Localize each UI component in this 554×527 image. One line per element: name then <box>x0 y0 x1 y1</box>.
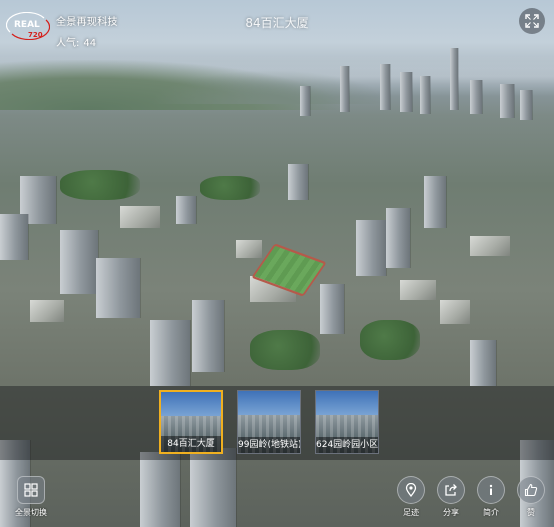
building <box>150 320 190 386</box>
footprint-button[interactable]: 足迹 <box>396 476 426 518</box>
building <box>288 164 308 200</box>
popularity-label: 人气: <box>56 38 80 49</box>
fullscreen-icon <box>525 14 539 28</box>
park-area <box>60 170 140 200</box>
scene-thumbnail-label: 99园岭(地铁站) <box>238 437 300 453</box>
popularity-count: 44 <box>83 38 97 49</box>
scene-thumbnail-label: 624园岭园小区 <box>316 437 378 453</box>
thumbnail-sky <box>161 392 221 418</box>
share-button[interactable]: 分享 <box>436 476 466 518</box>
building <box>470 340 496 386</box>
share-label: 分享 <box>443 508 459 517</box>
fullscreen-button[interactable] <box>519 8 545 34</box>
location-pin-icon <box>405 483 417 497</box>
skyline-tower <box>300 86 310 116</box>
scene-thumbnail[interactable]: 99园岭(地铁站) <box>237 390 301 454</box>
scene-switch-label: 全景切换 <box>15 508 47 517</box>
building <box>356 220 386 276</box>
footprint-label: 足迹 <box>403 508 419 517</box>
scene-thumbnail[interactable]: 624园岭园小区 <box>315 390 379 454</box>
building <box>320 284 344 334</box>
skyline-tower <box>470 80 482 114</box>
scene-thumbnail[interactable]: 84百汇大厦 <box>159 390 223 454</box>
thumbs-up-icon <box>524 483 538 497</box>
building <box>96 258 140 318</box>
park-area <box>250 330 320 370</box>
like-button[interactable]: 赞 <box>516 476 546 518</box>
building-block <box>30 300 64 322</box>
skyline-tower <box>420 76 430 114</box>
intro-label: 简介 <box>483 508 499 517</box>
park-area <box>200 176 260 200</box>
share-icon-wrap <box>437 476 465 504</box>
thumbnail-sky <box>316 391 378 417</box>
scene-thumbnail-label: 84百汇大厦 <box>161 436 221 452</box>
like-label: 赞 <box>527 508 535 517</box>
building-block <box>440 300 470 324</box>
footprint-icon-wrap <box>397 476 425 504</box>
scene-switch-button[interactable]: 全景切换 <box>14 476 48 518</box>
building-block <box>236 240 262 258</box>
building <box>0 214 28 260</box>
skyline-tower <box>400 72 412 112</box>
intro-icon-wrap <box>477 476 505 504</box>
building-block <box>400 280 436 300</box>
park-area <box>360 320 420 360</box>
skyline-tower <box>340 66 349 112</box>
building <box>176 196 196 224</box>
building-block <box>120 206 160 228</box>
scene-thumbnail-strip: 84百汇大厦 99园岭(地铁站) 624园岭园小区 <box>0 386 554 460</box>
info-icon <box>489 484 493 495</box>
grid-icon <box>24 483 38 497</box>
building <box>424 176 446 228</box>
popularity: 人气: 44 <box>56 34 96 49</box>
scene-title: 84百汇大厦 <box>245 16 309 30</box>
skyline-tower <box>520 90 532 120</box>
skyline-tower <box>500 84 514 118</box>
logo-text-bottom: 720 <box>28 31 43 39</box>
share-icon <box>445 484 457 496</box>
thumbnail-sky <box>238 391 300 417</box>
building <box>60 230 98 294</box>
like-icon-wrap <box>517 476 545 504</box>
skyline-tower <box>450 48 458 110</box>
building <box>140 452 180 527</box>
building-block <box>470 236 510 256</box>
intro-button[interactable]: 简介 <box>476 476 506 518</box>
building <box>192 300 224 372</box>
scene-switch-icon-wrap <box>17 476 45 504</box>
building <box>386 208 410 268</box>
bottom-toolbar: 足迹 分享 简介 赞 <box>396 476 546 518</box>
skyline-tower <box>380 64 390 110</box>
distant-hills-2 <box>150 70 390 104</box>
